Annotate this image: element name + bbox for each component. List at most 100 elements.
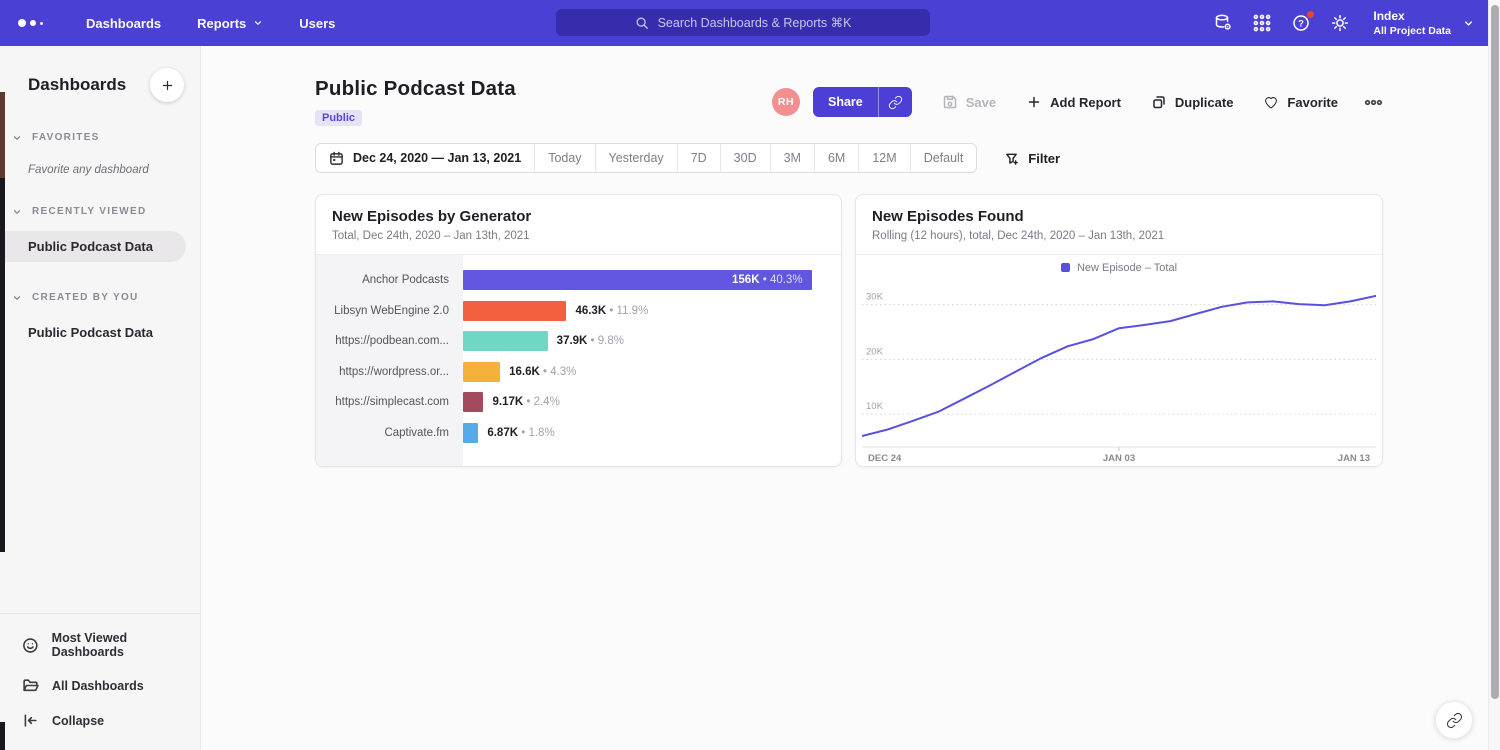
duplicate-button[interactable]: Duplicate: [1151, 94, 1234, 110]
calendar-icon: [329, 151, 344, 166]
page-scrollbar[interactable]: [1488, 0, 1500, 750]
favorite-button[interactable]: Favorite: [1263, 94, 1338, 110]
new-dashboard-button[interactable]: [150, 68, 184, 102]
date-preset-12m[interactable]: 12M: [859, 144, 910, 172]
filter-label: Filter: [1028, 151, 1060, 166]
y-tick-label: 30K: [866, 292, 884, 303]
top-nav-dashboards[interactable]: Dashboards: [86, 16, 161, 31]
avatar[interactable]: RH: [772, 88, 800, 116]
bar-row: Captivate.fm6.87K • 1.8%: [316, 418, 841, 449]
x-tick-label: JAN 13: [1338, 453, 1370, 464]
line-series[interactable]: [862, 296, 1376, 436]
search-input[interactable]: Search Dashboards & Reports ⌘K: [556, 9, 930, 36]
sidebar-section-header[interactable]: RECENTLY VIEWED: [0, 206, 200, 217]
y-tick-label: 10K: [866, 401, 884, 412]
bar-segment[interactable]: 156K • 40.3%: [463, 270, 812, 290]
filter-button[interactable]: Filter: [1004, 151, 1060, 166]
folder-icon: [22, 677, 39, 694]
bar-segment[interactable]: [463, 423, 478, 443]
date-preset-yesterday[interactable]: Yesterday: [596, 144, 678, 172]
date-preset-default[interactable]: Default: [911, 144, 977, 172]
topbar-right: ? Index All Project Data: [1213, 0, 1474, 46]
chevron-down-icon: [253, 18, 263, 28]
date-preset-6m[interactable]: 6M: [815, 144, 859, 172]
bar-row: https://wordpress.or...16.6K • 4.3%: [316, 357, 841, 388]
add-report-button[interactable]: Add Report: [1026, 94, 1121, 110]
date-preset-3m[interactable]: 3M: [771, 144, 815, 172]
date-preset-30d[interactable]: 30D: [721, 144, 771, 172]
action-bar: RH Share: [772, 87, 1383, 117]
apps-grid-button[interactable]: [1252, 13, 1272, 33]
date-range-button[interactable]: Dec 24, 2020 — Jan 13, 2021: [316, 144, 535, 172]
y-tick-label: 20K: [866, 346, 884, 357]
sidebar-empty-hint: Favorite any dashboard: [28, 164, 200, 176]
top-nav-users[interactable]: Users: [299, 16, 335, 31]
workspace-switcher[interactable]: Index All Project Data: [1373, 9, 1474, 37]
sidebar-section-header[interactable]: CREATED BY YOU: [0, 292, 200, 303]
bar-chart-card: New Episodes by Generator Total, Dec 24t…: [315, 194, 842, 467]
smiley-icon: [22, 637, 39, 654]
logo-dot: [30, 20, 36, 26]
save-label: Save: [966, 95, 996, 110]
copy-link-fab[interactable]: [1435, 701, 1473, 739]
link-icon: [888, 95, 903, 110]
chart-legend[interactable]: New Episode – Total: [856, 255, 1382, 280]
line-chart-subtitle: Rolling (12 hours), total, Dec 24th, 202…: [872, 230, 1366, 242]
bar-category-label: Libsyn WebEngine 2.0: [316, 305, 463, 317]
sidebar-section-header[interactable]: FAVORITES: [0, 132, 200, 143]
more-options-button[interactable]: [1364, 93, 1383, 112]
apps-grid-icon: [1252, 13, 1272, 33]
nav-label: Users: [299, 16, 335, 31]
line-chart-plot: 10K20K30KDEC 24JAN 03JAN 13: [856, 280, 1382, 466]
sidebar-sections: FAVORITES Favorite any dashboard RECENTLY …: [0, 132, 200, 348]
app-root: Dashboards Reports Users Search Dashboards…: [0, 0, 1500, 750]
workspace-name: Index: [1373, 9, 1451, 25]
sidebar-footer: Most Viewed Dashboards All Dashboards Coll…: [0, 613, 200, 744]
share-link-button[interactable]: [878, 87, 912, 117]
bar-segment[interactable]: [463, 331, 548, 351]
logo-dot: [40, 22, 43, 25]
bar-row: https://simplecast.com9.17K • 2.4%: [316, 387, 841, 418]
bar-row: https://podbean.com...37.9K • 9.8%: [316, 326, 841, 357]
top-nav-reports[interactable]: Reports: [197, 16, 263, 31]
svg-text:?: ?: [1298, 18, 1304, 29]
settings-gear-button[interactable]: [1330, 13, 1350, 33]
sidebar-footer-smiley[interactable]: Most Viewed Dashboards: [0, 622, 200, 668]
bar-value-label: 16.6K • 4.3%: [509, 366, 576, 378]
date-preset-7d[interactable]: 7D: [678, 144, 721, 172]
sidebar-footer-collapse[interactable]: Collapse: [0, 703, 200, 738]
bar-cell: 156K • 40.3%: [463, 265, 841, 296]
bar-segment[interactable]: [463, 392, 483, 412]
top-navbar: Dashboards Reports Users Search Dashboards…: [0, 0, 1500, 46]
bar-segment[interactable]: [463, 301, 566, 321]
settings-gear-icon: [1330, 13, 1350, 33]
bar-cell: 46.3K • 11.9%: [463, 296, 841, 327]
footer-label: All Dashboards: [52, 679, 144, 693]
favorite-label: Favorite: [1287, 95, 1338, 110]
help-button[interactable]: ?: [1291, 13, 1311, 33]
page-title: Public Podcast Data: [315, 77, 516, 101]
chevron-down-icon: [12, 207, 22, 217]
save-button[interactable]: Save: [942, 94, 996, 110]
nav-label: Dashboards: [86, 16, 161, 31]
scrollbar-thumb[interactable]: [1491, 5, 1499, 699]
sidebar-item[interactable]: Public Podcast Data: [0, 317, 200, 348]
bar-segment[interactable]: [463, 362, 500, 382]
plus-icon: [1026, 94, 1042, 110]
section-label: CREATED BY YOU: [32, 292, 139, 303]
search-placeholder: Search Dashboards & Reports ⌘K: [658, 15, 852, 30]
visibility-badge: Public: [315, 110, 362, 126]
sidebar-item[interactable]: Public Podcast Data: [0, 231, 186, 262]
bar-cell: 6.87K • 1.8%: [463, 418, 841, 449]
main-content: Public Podcast Data Public RH Share: [201, 46, 1500, 750]
background-window-edge: [0, 92, 5, 750]
databases-button[interactable]: [1213, 13, 1233, 33]
bar-value-label: 46.3K • 11.9%: [575, 305, 648, 317]
mode-logo[interactable]: [18, 19, 52, 27]
share-button-label[interactable]: Share: [813, 87, 878, 117]
share-button[interactable]: Share: [813, 87, 912, 117]
date-preset-today[interactable]: Today: [535, 144, 595, 172]
sidebar-footer-folder[interactable]: All Dashboards: [0, 668, 200, 703]
section-label: FAVORITES: [32, 132, 100, 143]
sidebar: Dashboards FAVORITESFavorite any dashboa…: [0, 46, 201, 750]
